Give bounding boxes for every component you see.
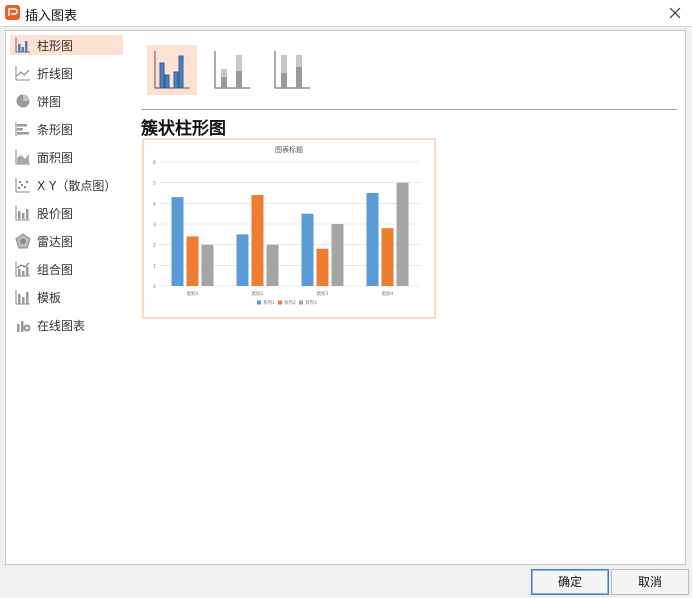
sidebar-item-bar[interactable]: 条形图 — [10, 119, 123, 139]
app-logo-icon — [5, 5, 20, 20]
sidebar-item-stock[interactable]: 股价图 — [10, 203, 123, 223]
x-tick-label: 类别3 — [317, 290, 329, 297]
legend-label: 系列1 — [263, 299, 275, 306]
sidebar-item-label: 模板 — [37, 291, 62, 305]
bar — [201, 244, 214, 286]
sidebar-item-label: 柱形图 — [37, 39, 74, 53]
close-button[interactable] — [664, 2, 686, 24]
sidebar-item-label: 条形图 — [37, 123, 74, 137]
bar — [186, 236, 199, 286]
bar — [301, 213, 314, 286]
online-chart-icon — [17, 321, 31, 332]
chart-preview[interactable]: 图表标题 0 1 2 3 4 5 6 类别1 类别2 类别3 类别4 系列1 系列2 系列3 — [142, 138, 436, 319]
sidebar-item-pie[interactable]: 饼图 — [10, 91, 123, 111]
sidebar-item-template[interactable]: 模板 — [10, 287, 123, 307]
subtype-name-heading: 簇状柱形图 — [141, 119, 226, 139]
chart-options-panel: 簇状柱形图 图表标题 0 1 2 3 4 5 6 类别1 类别2 类别3 类别4 系列1 系列2 系列3 — [129, 30, 686, 565]
bar — [316, 248, 329, 286]
x-tick-label: 类别1 — [187, 290, 199, 297]
y-tick-label: 4 — [153, 201, 156, 207]
sidebar-item-label: 在线图表 — [37, 319, 86, 333]
bar-chart-icon — [15, 122, 29, 136]
bar — [381, 228, 394, 286]
close-icon — [669, 7, 681, 19]
window-title: 插入图表 — [25, 9, 78, 24]
chart-type-list: 柱形图 折线图 饼图 条形图 面积图 X Y（散点图） 股价图 雷达图 组合图 … — [5, 30, 130, 565]
bar — [251, 195, 264, 286]
legend-swatch — [278, 300, 282, 305]
subtype-clustered-column[interactable] — [147, 45, 197, 95]
pie-chart-icon — [16, 94, 30, 108]
legend-label: 系列2 — [284, 299, 296, 306]
x-tick-label: 类别4 — [382, 290, 394, 297]
sidebar-item-column[interactable]: 柱形图 — [10, 35, 123, 55]
y-tick-label: 6 — [153, 160, 156, 166]
radar-chart-icon — [15, 233, 31, 249]
subtype-percent-stacked-column[interactable] — [267, 45, 317, 95]
sidebar-item-label: X Y（散点图） — [37, 179, 117, 193]
y-tick-label: 5 — [153, 181, 156, 187]
stock-chart-icon — [15, 206, 30, 221]
sidebar-item-label: 组合图 — [37, 263, 74, 277]
sidebar-item-label: 面积图 — [37, 151, 74, 165]
legend-label: 系列3 — [305, 299, 317, 306]
y-tick-label: 2 — [153, 243, 156, 249]
subtype-stacked-column[interactable] — [207, 45, 257, 95]
legend-swatch — [299, 300, 303, 305]
bar — [266, 244, 279, 286]
clustered-column-icon — [154, 51, 190, 89]
title-bar: 插入图表 — [0, 0, 692, 27]
bar — [331, 224, 344, 286]
cancel-button[interactable]: 取消 — [611, 569, 689, 595]
y-tick-label: 0 — [153, 284, 156, 290]
y-tick-label: 1 — [153, 263, 156, 269]
scatter-chart-icon — [15, 178, 30, 193]
sidebar-item-label: 折线图 — [37, 67, 74, 81]
sidebar-item-scatter[interactable]: X Y（散点图） — [10, 175, 123, 195]
area-chart-icon — [15, 150, 30, 165]
sidebar-item-label: 雷达图 — [37, 235, 74, 249]
stacked-column-icon — [214, 51, 250, 89]
chart-preview-svg: 图表标题 0 1 2 3 4 5 6 类别1 类别2 类别3 类别4 系列1 系列2 系列3 — [153, 145, 420, 306]
column-chart-icon — [15, 38, 30, 53]
ok-button[interactable]: 确定 — [531, 569, 609, 595]
bar — [366, 193, 379, 286]
template-icon — [15, 290, 30, 305]
combo-chart-icon — [15, 262, 30, 277]
y-tick-label: 3 — [153, 222, 156, 228]
sidebar-item-radar[interactable]: 雷达图 — [10, 231, 123, 251]
percent-stacked-column-icon — [274, 51, 310, 89]
sidebar-item-area[interactable]: 面积图 — [10, 147, 123, 167]
bar — [236, 234, 249, 286]
x-tick-label: 类别2 — [252, 290, 264, 297]
bar — [171, 197, 184, 286]
sidebar-item-label: 饼图 — [37, 95, 62, 109]
legend-swatch — [257, 300, 261, 305]
sidebar-item-line[interactable]: 折线图 — [10, 63, 123, 83]
line-chart-icon — [15, 66, 30, 81]
sidebar-item-combo[interactable]: 组合图 — [10, 259, 123, 279]
sidebar-item-online[interactable]: 在线图表 — [10, 315, 123, 335]
chart-title: 图表标题 — [275, 145, 303, 154]
divider — [141, 109, 677, 110]
sidebar-item-label: 股价图 — [37, 207, 74, 221]
bar — [396, 182, 409, 286]
